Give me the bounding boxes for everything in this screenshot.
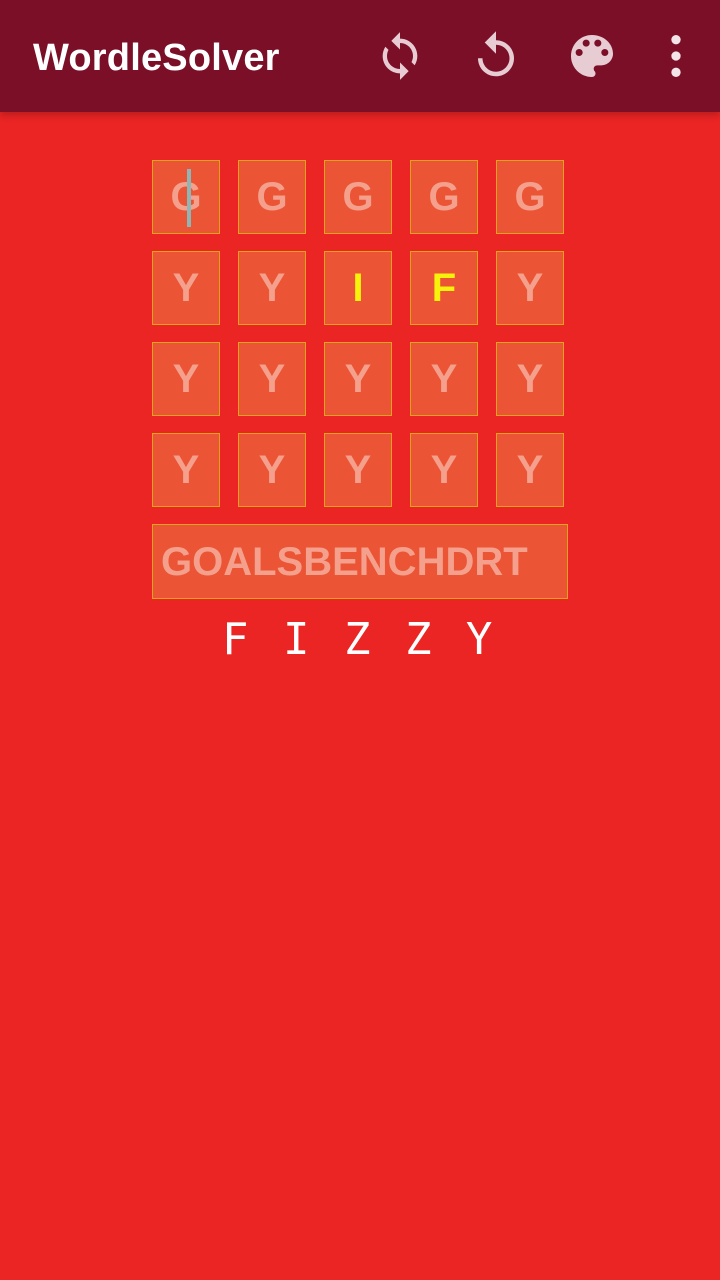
cell-letter: Y: [430, 356, 458, 401]
cell-letter: Y: [430, 447, 458, 492]
cell-r2-c1[interactable]: Y: [152, 251, 220, 325]
cell-letter: F: [431, 265, 457, 310]
excluded-letters-field[interactable]: GOALSBENCHDRT: [152, 524, 568, 599]
cell-letter: G: [428, 174, 460, 219]
cell-letter: Y: [258, 447, 286, 492]
refresh-icon: [382, 32, 418, 80]
undo-button[interactable]: [468, 28, 524, 84]
cell-letter: Y: [516, 356, 544, 401]
cell-letter: Y: [172, 356, 200, 401]
text-cursor: [187, 169, 191, 227]
grid-row-3: Y Y Y Y Y: [152, 342, 568, 418]
more-options-button[interactable]: [648, 28, 704, 84]
theme-button[interactable]: [564, 28, 620, 84]
cell-r4-c3[interactable]: Y: [324, 433, 392, 507]
grid-row-1: G G G G G: [152, 160, 568, 236]
cell-r2-c4[interactable]: F: [410, 251, 478, 325]
cell-r1-c4[interactable]: G: [410, 160, 478, 234]
cell-r4-c1[interactable]: Y: [152, 433, 220, 507]
answer-text: F I Z Z Y: [222, 614, 497, 665]
refresh-button[interactable]: [372, 28, 428, 84]
cell-r2-c3[interactable]: I: [324, 251, 392, 325]
cell-letter: Y: [344, 447, 372, 492]
palette-icon: [571, 35, 613, 77]
cell-letter: G: [170, 174, 202, 219]
cell-r4-c2[interactable]: Y: [238, 433, 306, 507]
grid-row-4: Y Y Y Y Y: [152, 433, 568, 509]
cell-r1-c1[interactable]: G: [152, 160, 220, 234]
cell-r2-c5[interactable]: Y: [496, 251, 564, 325]
cell-r2-c2[interactable]: Y: [238, 251, 306, 325]
cell-letter: Y: [172, 447, 200, 492]
cell-r3-c5[interactable]: Y: [496, 342, 564, 416]
cell-letter: Y: [516, 265, 544, 310]
cell-r3-c4[interactable]: Y: [410, 342, 478, 416]
cell-letter: G: [514, 174, 546, 219]
more-vert-icon: [671, 35, 681, 77]
cell-r3-c3[interactable]: Y: [324, 342, 392, 416]
undo-icon: [478, 31, 514, 77]
app-bar: WordleSolver: [0, 0, 720, 112]
cell-r4-c5[interactable]: Y: [496, 433, 564, 507]
cell-r4-c4[interactable]: Y: [410, 433, 478, 507]
cell-letter: Y: [258, 356, 286, 401]
app-title: WordleSolver: [33, 37, 280, 79]
cell-r1-c2[interactable]: G: [238, 160, 306, 234]
cell-letter: G: [342, 174, 374, 219]
cell-r3-c2[interactable]: Y: [238, 342, 306, 416]
cell-r1-c3[interactable]: G: [324, 160, 392, 234]
cell-r1-c5[interactable]: G: [496, 160, 564, 234]
cell-r3-c1[interactable]: Y: [152, 342, 220, 416]
cell-letter: Y: [258, 265, 286, 310]
grid-row-2: Y Y I F Y: [152, 251, 568, 327]
cell-letter: Y: [516, 447, 544, 492]
cell-letter: G: [256, 174, 288, 219]
cell-letter: Y: [172, 265, 200, 310]
cell-letter: Y: [344, 356, 372, 401]
cell-letter: I: [352, 265, 364, 310]
